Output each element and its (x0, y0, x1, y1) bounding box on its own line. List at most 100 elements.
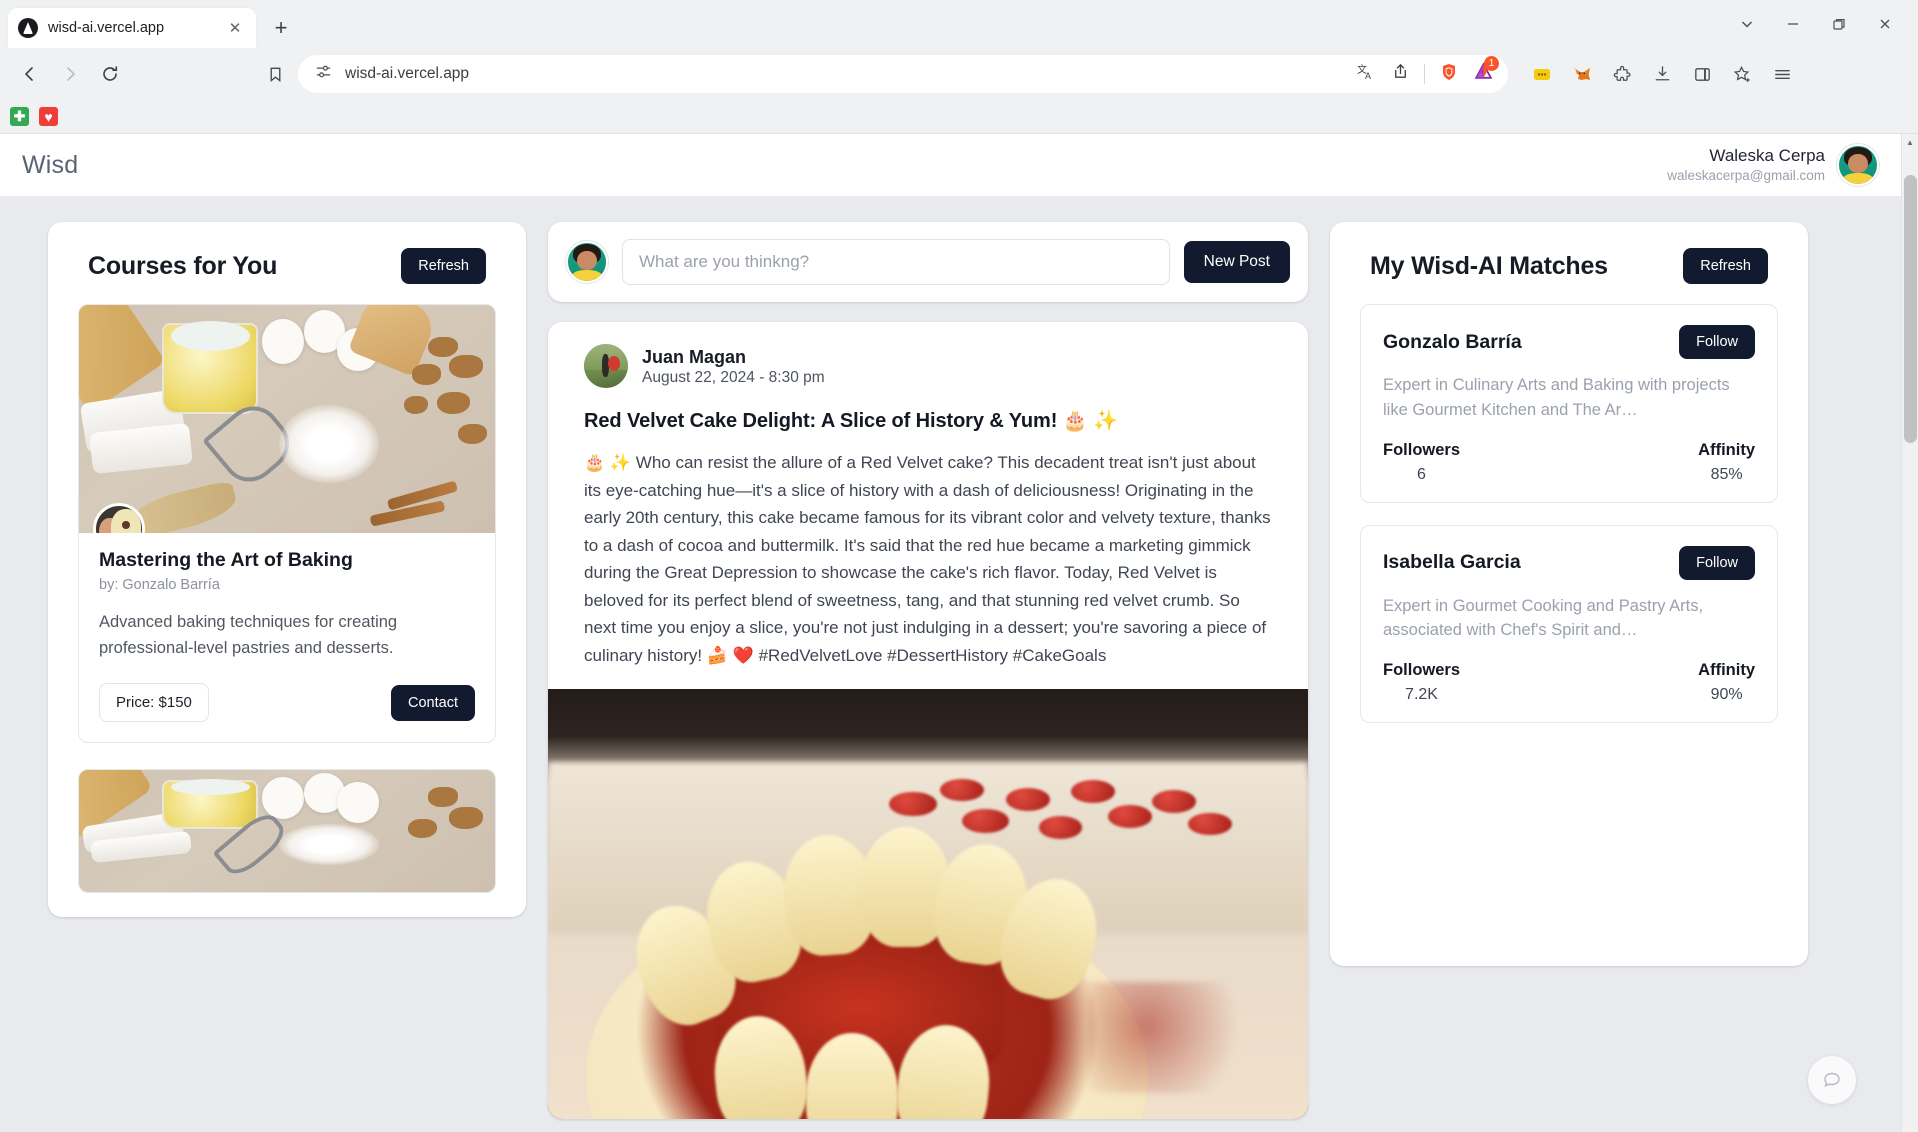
courses-column: Courses for You Refresh Mastering the Ar… (48, 222, 526, 918)
download-icon[interactable] (1646, 58, 1678, 90)
course-card-next-preview[interactable] (78, 769, 496, 894)
courses-panel-header: Courses for You Refresh (70, 248, 504, 284)
svg-text:A: A (1365, 71, 1371, 81)
post-title: Red Velvet Cake Delight: A Slice of Hist… (584, 410, 1118, 432)
tab-search-chevron-icon[interactable] (1724, 8, 1770, 40)
follow-button[interactable]: Follow (1679, 325, 1755, 359)
browser-navbar: wisd-ai.vercel.app 文A 1 (0, 48, 1918, 100)
course-title: Mastering the Art of Baking (99, 549, 353, 571)
followers-label: Followers (1383, 440, 1461, 459)
reload-icon[interactable] (92, 56, 128, 92)
followers-value: 6 (1417, 465, 1426, 483)
post-date: August 22, 2024 - 8:30 pm (642, 369, 825, 387)
matches-refresh-button[interactable]: Refresh (1683, 248, 1768, 284)
match-affinity-stat: Affinity 85% (1698, 441, 1755, 484)
new-post-button[interactable]: New Post (1183, 241, 1290, 283)
user-avatar[interactable] (1837, 144, 1879, 186)
browser-tab[interactable]: wisd-ai.vercel.app ✕ (8, 8, 256, 48)
metamask-fox-icon[interactable] (1566, 58, 1598, 90)
sidebar-panel-icon[interactable] (1686, 58, 1718, 90)
brave-triangle-icon (18, 18, 38, 38)
scroll-up-arrow-icon[interactable]: ▲ (1902, 134, 1918, 151)
matches-panel-header: My Wisd-AI Matches Refresh (1352, 248, 1786, 284)
matches-column: My Wisd-AI Matches Refresh Gonzalo Barrí… (1330, 222, 1808, 966)
rewards-badge-count: 1 (1484, 56, 1499, 71)
post-header: Juan Magan August 22, 2024 - 8:30 pm (548, 322, 1308, 388)
page-content: Courses for You Refresh Mastering the Ar… (0, 196, 1901, 1132)
post-body: 🎂 ✨ Who can resist the allure of a Red V… (584, 453, 1271, 665)
course-description: Advanced baking techniques for creating … (99, 613, 398, 658)
match-card[interactable]: Gonzalo Barría Follow Expert in Culinary… (1360, 304, 1778, 503)
post-composer: New Post (548, 222, 1308, 302)
address-bar-url: wisd-ai.vercel.app (345, 65, 470, 82)
match-card[interactable]: Isabella Garcia Follow Expert in Gourmet… (1360, 524, 1778, 723)
hamburger-menu-icon[interactable] (1766, 58, 1798, 90)
brave-shield-icon[interactable] (1439, 62, 1459, 87)
match-name: Gonzalo Barría (1383, 330, 1522, 353)
chat-widget-button[interactable] (1808, 1056, 1856, 1104)
back-icon[interactable] (12, 56, 48, 92)
bookmark-ribbon-icon[interactable] (256, 56, 294, 92)
user-name: Waleska Cerpa (1709, 146, 1825, 166)
scrollbar-track[interactable] (1902, 151, 1918, 1132)
match-affinity-stat: Affinity 90% (1698, 661, 1755, 704)
post-author-avatar[interactable] (584, 344, 628, 388)
close-tab-icon[interactable]: ✕ (224, 17, 246, 39)
scrollbar-thumb[interactable] (1904, 175, 1917, 443)
follow-button[interactable]: Follow (1679, 545, 1755, 580)
address-bar[interactable]: wisd-ai.vercel.app 文A 1 (298, 55, 1508, 93)
minimize-button[interactable] (1770, 8, 1816, 40)
post-composer-input[interactable] (622, 239, 1170, 285)
feed-post: Juan Magan August 22, 2024 - 8:30 pm Red… (548, 322, 1308, 1120)
matches-panel-title: My Wisd-AI Matches (1370, 251, 1608, 280)
new-tab-button[interactable]: + (264, 11, 298, 45)
forward-icon[interactable] (52, 56, 88, 92)
matches-panel: My Wisd-AI Matches Refresh Gonzalo Barrí… (1330, 222, 1808, 966)
post-image (548, 689, 1308, 1120)
site-settings-sliders-icon[interactable] (314, 62, 333, 86)
match-bio: Expert in Culinary Arts and Baking with … (1383, 376, 1730, 419)
course-price: Price: $150 (99, 683, 209, 723)
page-scrollbar[interactable]: ▲ (1901, 134, 1918, 1132)
feed-column: New Post Juan Magan August 22, 2024 - 8:… (548, 222, 1308, 1120)
close-window-button[interactable] (1862, 8, 1908, 40)
app-brand-logo[interactable]: Wisd (22, 151, 78, 180)
share-icon[interactable] (1391, 62, 1410, 86)
courses-panel: Courses for You Refresh Mastering the Ar… (48, 222, 526, 918)
courses-panel-title: Courses for You (88, 251, 278, 280)
omnibox-divider (1424, 64, 1425, 84)
brave-rewards-icon[interactable]: 1 (1473, 56, 1499, 87)
affinity-label: Affinity (1698, 440, 1755, 459)
red-pocket-bookmark-icon[interactable]: ♥ (39, 107, 58, 126)
composer-user-avatar (566, 241, 608, 283)
page-viewport: Wisd Waleska Cerpa waleskacerpa@gmail.co… (0, 134, 1918, 1132)
affinity-value: 90% (1710, 686, 1743, 703)
bookmark-star-icon[interactable] (1726, 58, 1758, 90)
translate-icon[interactable]: 文A (1357, 62, 1377, 87)
browser-toolbar-extensions (1526, 58, 1798, 90)
course-details: Mastering the Art of Baking by: Gonzalo … (79, 533, 495, 742)
post-author-name: Juan Magan (642, 346, 747, 367)
followers-value: 7.2K (1405, 686, 1438, 703)
bookmarks-bar: ✚ ♥ (0, 100, 1918, 134)
puzzle-extensions-icon[interactable] (1606, 58, 1638, 90)
user-email: waleskacerpa@gmail.com (1667, 168, 1825, 184)
match-bio: Expert in Gourmet Cooking and Pastry Art… (1383, 596, 1704, 640)
affinity-label: Affinity (1698, 661, 1755, 679)
tab-title: wisd-ai.vercel.app (48, 20, 165, 36)
window-controls (1724, 8, 1908, 40)
web-page: Wisd Waleska Cerpa waleskacerpa@gmail.co… (0, 134, 1901, 1132)
app-header: Wisd Waleska Cerpa waleskacerpa@gmail.co… (0, 134, 1901, 196)
match-followers-stat: Followers 7.2K (1383, 661, 1460, 704)
courses-refresh-button[interactable]: Refresh (401, 248, 486, 284)
course-contact-button[interactable]: Contact (391, 684, 475, 721)
course-author: by: Gonzalo Barría (99, 577, 220, 593)
course-card[interactable]: Mastering the Art of Baking by: Gonzalo … (78, 304, 496, 744)
green-plus-bookmark-icon[interactable]: ✚ (10, 107, 29, 126)
followers-label: Followers (1383, 661, 1461, 679)
user-profile[interactable]: Waleska Cerpa waleskacerpa@gmail.com (1667, 144, 1879, 186)
maximize-button[interactable] (1816, 8, 1862, 40)
affinity-value: 85% (1710, 465, 1743, 483)
browser-window: wisd-ai.vercel.app ✕ + wisd-ai.vercel.ap… (0, 0, 1918, 1132)
extension-yellow-icon[interactable] (1526, 58, 1558, 90)
